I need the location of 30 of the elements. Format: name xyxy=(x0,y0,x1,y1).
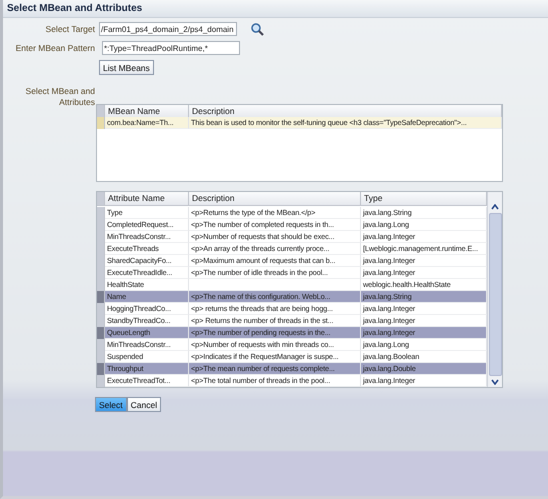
field-label: Select MBean and Attributes xyxy=(24,86,95,108)
row-selector[interactable] xyxy=(97,207,105,219)
scroll-down-icon[interactable] xyxy=(491,379,499,385)
target-field[interactable]: /Farm01_ps4_domain_2/ps4_domain xyxy=(99,22,237,36)
window-title: Select MBean and Attributes xyxy=(3,0,548,18)
row-selector[interactable] xyxy=(97,375,105,387)
field-label: Enter MBean Pattern xyxy=(14,43,95,53)
search-icon[interactable] xyxy=(251,22,264,36)
scrollbar[interactable] xyxy=(487,192,502,387)
field-label: Select Target xyxy=(44,24,95,34)
row-selector[interactable] xyxy=(97,363,105,375)
table-cell[interactable] xyxy=(189,279,361,291)
scroll-up-icon[interactable] xyxy=(491,204,499,210)
row-selector[interactable] xyxy=(97,339,105,351)
row-selector[interactable] xyxy=(97,315,105,327)
row-selector[interactable] xyxy=(97,291,105,303)
column-header[interactable]: Type xyxy=(361,192,487,206)
pattern-field[interactable]: *:Type=ThreadPoolRuntime,* xyxy=(102,41,240,55)
row-selector[interactable] xyxy=(97,303,105,315)
select-button[interactable]: Select xyxy=(95,397,127,412)
row-selector[interactable] xyxy=(97,117,105,129)
row-selector[interactable] xyxy=(97,279,105,291)
list-mbeans-button[interactable]: List MBeans xyxy=(99,60,154,75)
header-corner xyxy=(97,192,105,206)
row-selector[interactable] xyxy=(97,351,105,363)
row-selector[interactable] xyxy=(97,327,105,339)
scroll-thumb[interactable] xyxy=(488,213,502,376)
column-header[interactable]: Attribute Name xyxy=(105,192,189,206)
cancel-button[interactable]: Cancel xyxy=(126,397,162,412)
column-header[interactable]: Description xyxy=(189,192,361,206)
